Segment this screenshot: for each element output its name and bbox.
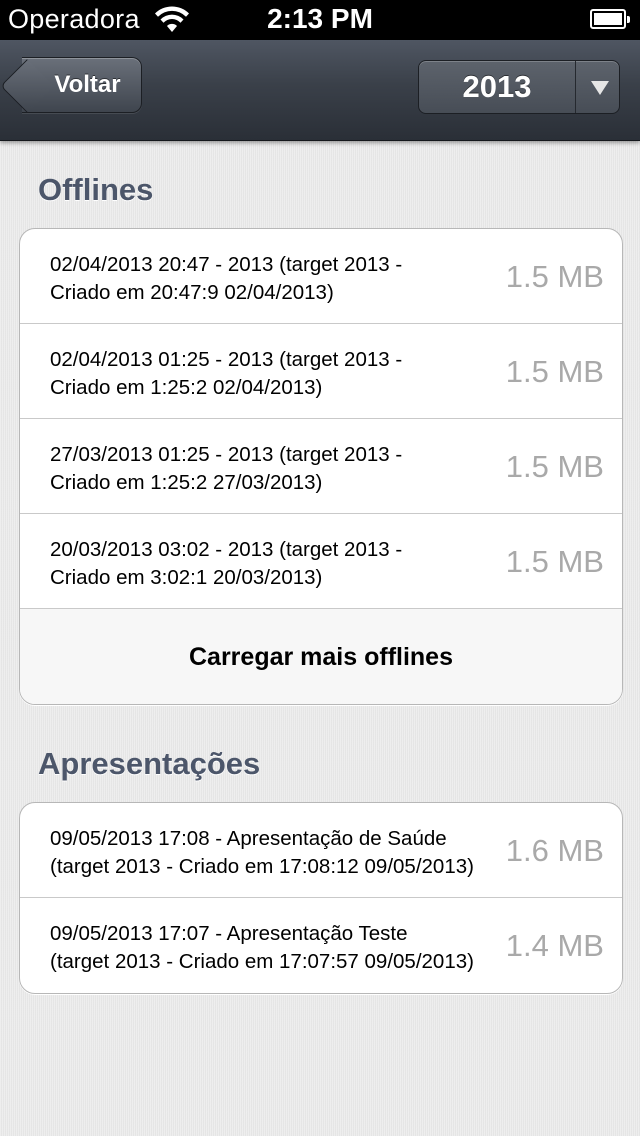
presentations-list: 09/05/2013 17:08 - Apresentação de Saúde… bbox=[19, 802, 623, 994]
file-size: 1.6 MB bbox=[505, 833, 604, 868]
year-dropdown-value: 2013 bbox=[462, 69, 532, 104]
list-item-line: 02/04/2013 20:47 - 2013 (target 2013 - bbox=[50, 253, 403, 276]
list-item-line: Criado em 3:02:1 20/03/2013) bbox=[50, 566, 323, 589]
chevron-down-icon[interactable] bbox=[591, 81, 609, 95]
list-item-description: 09/05/2013 17:07 - Apresentação Teste (t… bbox=[50, 920, 520, 976]
list-item[interactable]: 20/03/2013 03:02 - 2013 (target 2013 - C… bbox=[20, 514, 622, 609]
clock: 2:13 PM bbox=[267, 3, 373, 34]
list-item-line: Criado em 1:25:2 27/03/2013) bbox=[50, 471, 323, 494]
list-item[interactable]: 02/04/2013 20:47 - 2013 (target 2013 - C… bbox=[20, 229, 622, 324]
list-item[interactable]: 09/05/2013 17:07 - Apresentação Teste (t… bbox=[20, 898, 622, 993]
list-item[interactable]: 27/03/2013 01:25 - 2013 (target 2013 - C… bbox=[20, 419, 622, 514]
list-item-description: 02/04/2013 01:25 - 2013 (target 2013 - C… bbox=[50, 346, 490, 402]
list-item-line: 09/05/2013 17:08 - Apresentação de Saúde bbox=[50, 827, 447, 850]
list-item-line: 20/03/2013 03:02 - 2013 (target 2013 - bbox=[50, 538, 403, 561]
file-size: 1.5 MB bbox=[505, 354, 604, 389]
file-size: 1.5 MB bbox=[505, 449, 604, 484]
file-size: 1.5 MB bbox=[505, 544, 604, 579]
list-item[interactable]: 09/05/2013 17:08 - Apresentação de Saúde… bbox=[20, 803, 622, 898]
battery-icon bbox=[590, 9, 630, 29]
section-title-offlines: Offlines bbox=[38, 172, 154, 207]
list-item-line: (target 2013 - Criado em 17:07:57 09/05/… bbox=[50, 950, 474, 973]
list-item-description: 27/03/2013 01:25 - 2013 (target 2013 - C… bbox=[50, 441, 490, 497]
back-arrow-shape bbox=[0, 59, 54, 113]
list-item-line: (target 2013 - Criado em 17:08:12 09/05/… bbox=[50, 855, 474, 878]
list-item-line: 09/05/2013 17:07 - Apresentação Teste bbox=[50, 922, 408, 945]
load-more-offlines-button[interactable]: Carregar mais offlines bbox=[20, 609, 622, 704]
status-bar: Operadora 2:13 PM bbox=[0, 0, 640, 40]
list-item-line: 02/04/2013 01:25 - 2013 (target 2013 - bbox=[50, 348, 403, 371]
list-item-line: Criado em 1:25:2 02/04/2013) bbox=[50, 376, 323, 399]
file-size: 1.4 MB bbox=[505, 928, 604, 963]
back-button[interactable]: Voltar bbox=[0, 57, 142, 113]
file-size: 1.5 MB bbox=[505, 259, 604, 294]
list-item-description: 02/04/2013 20:47 - 2013 (target 2013 - C… bbox=[50, 251, 490, 307]
offlines-list: 02/04/2013 20:47 - 2013 (target 2013 - C… bbox=[19, 228, 623, 705]
section-title-presentations: Apresentações bbox=[38, 746, 261, 781]
list-item-description: 20/03/2013 03:02 - 2013 (target 2013 - C… bbox=[50, 536, 490, 592]
divider bbox=[575, 61, 576, 113]
list-item-line: Criado em 20:47:9 02/04/2013) bbox=[50, 281, 334, 304]
back-button-label: Voltar bbox=[54, 71, 121, 98]
year-dropdown[interactable]: 2013 bbox=[418, 60, 620, 114]
list-item-line: 27/03/2013 01:25 - 2013 (target 2013 - bbox=[50, 443, 403, 466]
list-item[interactable]: 02/04/2013 01:25 - 2013 (target 2013 - C… bbox=[20, 324, 622, 419]
list-item-description: 09/05/2013 17:08 - Apresentação de Saúde… bbox=[50, 825, 520, 881]
navigation-bar: Voltar 2013 bbox=[0, 40, 640, 141]
